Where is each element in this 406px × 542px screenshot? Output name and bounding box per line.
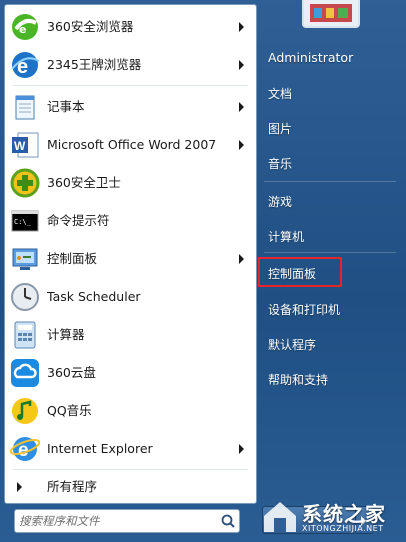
program-item-calculator[interactable]: 计算器	[5, 317, 256, 353]
start-menu: e 360安全浏览器 e 2345王牌浏览器 记事本 W Microsoft O…	[0, 0, 406, 542]
divider	[13, 85, 248, 86]
program-item-ie[interactable]: e Internet Explorer	[5, 431, 256, 467]
qq-music-icon	[12, 398, 38, 424]
right-item-computer[interactable]: 计算机	[268, 228, 304, 245]
submenu-arrow-icon[interactable]	[239, 60, 244, 70]
all-programs-label: 所有程序	[47, 479, 98, 494]
program-label: 记事本	[47, 99, 85, 114]
watermark-brand: 系统之家	[302, 502, 386, 526]
360-safe-icon	[10, 168, 40, 198]
search-icon[interactable]	[220, 513, 236, 529]
avatar-image-icon	[304, 0, 358, 26]
program-item-control-panel[interactable]: 控制面板	[5, 241, 256, 277]
submenu-arrow-icon[interactable]	[239, 102, 244, 112]
program-label: Microsoft Office Word 2007	[47, 137, 217, 152]
program-label: 计算器	[47, 327, 85, 342]
2345-browser-icon: e	[11, 52, 40, 78]
submenu-arrow-icon[interactable]	[239, 22, 244, 32]
svg-text:W: W	[14, 139, 26, 153]
right-item-music[interactable]: 音乐	[268, 155, 292, 172]
360-browser-icon: e	[12, 14, 38, 40]
submenu-arrow-icon[interactable]	[239, 140, 244, 150]
right-item-help-support[interactable]: 帮助和支持	[268, 371, 328, 388]
watermark: 系统之家 XITONGZHIJIA.NET	[258, 494, 404, 540]
right-item-control-panel[interactable]: 控制面板	[268, 265, 316, 282]
divider	[264, 181, 396, 182]
right-item-games[interactable]: 游戏	[268, 193, 292, 210]
search-box[interactable]	[14, 509, 240, 533]
program-label: Internet Explorer	[47, 441, 153, 456]
right-item-documents[interactable]: 文档	[268, 85, 292, 102]
program-list: e 360安全浏览器 e 2345王牌浏览器 记事本 W Microsoft O…	[4, 4, 257, 504]
program-item-word[interactable]: W Microsoft Office Word 2007	[5, 127, 256, 163]
program-item-cmd[interactable]: C:\_ 命令提示符	[5, 203, 256, 239]
program-label: 控制面板	[47, 251, 98, 266]
notepad-icon	[15, 95, 35, 120]
user-avatar[interactable]	[302, 0, 360, 28]
program-item-360-browser[interactable]: e 360安全浏览器	[5, 9, 256, 45]
svg-text:e: e	[19, 23, 26, 36]
calculator-icon	[14, 321, 36, 349]
submenu-arrow-icon[interactable]	[239, 444, 244, 454]
program-item-2345-browser[interactable]: e 2345王牌浏览器	[5, 47, 256, 83]
task-scheduler-icon	[11, 283, 39, 311]
program-item-notepad[interactable]: 记事本	[5, 89, 256, 125]
program-item-qq-music[interactable]: QQ音乐	[5, 393, 256, 429]
program-label: 命令提示符	[47, 213, 110, 228]
right-item-default-programs[interactable]: 默认程序	[268, 336, 316, 353]
program-label: Task Scheduler	[47, 289, 141, 304]
ie-icon: e	[9, 437, 41, 461]
program-item-task-scheduler[interactable]: Task Scheduler	[5, 279, 256, 315]
submenu-arrow-icon[interactable]	[239, 254, 244, 264]
divider	[264, 252, 396, 253]
cmd-icon-text: C:\_	[14, 218, 32, 226]
program-label: 360安全卫士	[47, 175, 121, 190]
program-label: 360云盘	[47, 365, 96, 380]
word-icon: W	[12, 132, 39, 158]
control-panel-icon	[12, 248, 38, 270]
cmd-icon: C:\_	[11, 210, 39, 232]
program-label: 360安全浏览器	[47, 19, 134, 34]
watermark-url: XITONGZHIJIA.NET	[302, 524, 384, 533]
search-input[interactable]	[19, 512, 215, 530]
divider	[13, 469, 248, 470]
user-name[interactable]: Administrator	[268, 50, 353, 65]
right-item-pictures[interactable]: 图片	[268, 120, 292, 137]
all-programs-button[interactable]: 所有程序	[5, 471, 256, 503]
expand-arrow-icon	[17, 482, 22, 492]
watermark-logo-icon	[264, 502, 296, 532]
360-cloud-icon	[11, 359, 39, 387]
right-item-devices-printers[interactable]: 设备和打印机	[268, 301, 340, 318]
program-label: 2345王牌浏览器	[47, 57, 142, 72]
program-item-360-safe[interactable]: 360安全卫士	[5, 165, 256, 201]
program-item-360-cloud[interactable]: 360云盘	[5, 355, 256, 391]
program-label: QQ音乐	[47, 403, 92, 418]
